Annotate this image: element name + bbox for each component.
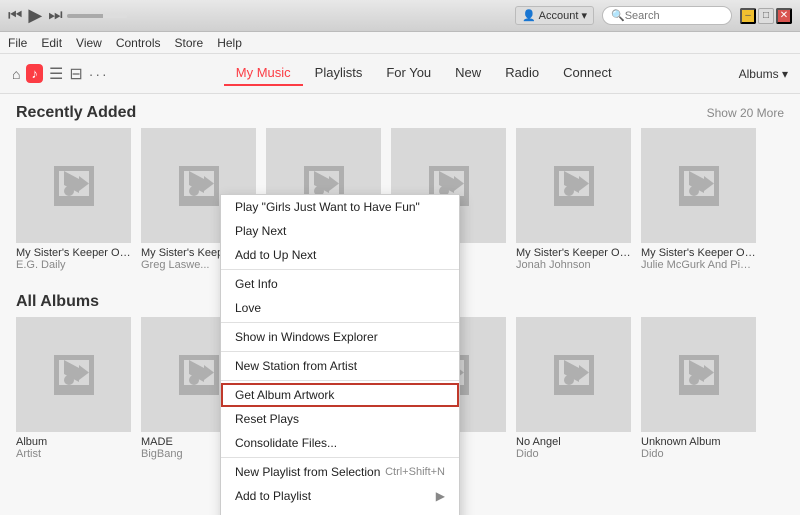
ctx-show-playlist[interactable]: Show in Playlist ▶ [221, 508, 459, 515]
tab-radio[interactable]: Radio [493, 61, 551, 86]
search-icon: 🔍 [611, 9, 625, 22]
next-btn[interactable]: ⏭ [48, 7, 62, 25]
recently-added-header: Recently Added Show 20 More [0, 94, 800, 128]
menu-view[interactable]: View [76, 36, 102, 50]
albums-dropdown[interactable]: Albums ▾ [739, 67, 788, 81]
list-item[interactable]: Unknown Album Dido [641, 317, 756, 460]
list-item[interactable]: My Sister's Keeper OST Julie McGurk And … [641, 128, 756, 271]
transport-controls: ⏮ ▶ ⏭ [8, 5, 63, 26]
recently-added-title: Recently Added [16, 104, 136, 122]
more-btn[interactable]: ··· [89, 66, 109, 82]
close-btn[interactable]: ✕ [776, 8, 792, 24]
ctx-get-artwork[interactable]: Get Album Artwork [221, 383, 459, 407]
toolbar-center: My Music Playlists For You New Radio Con… [119, 61, 729, 86]
ctx-new-playlist[interactable]: New Playlist from Selection Ctrl+Shift+N [221, 460, 459, 484]
tab-my-music[interactable]: My Music [224, 61, 303, 86]
ctx-new-station[interactable]: New Station from Artist [221, 354, 459, 378]
maximize-btn[interactable]: □ [758, 8, 774, 24]
context-menu: Play "Girls Just Want to Have Fun" Play … [220, 194, 460, 515]
ctx-show-explorer[interactable]: Show in Windows Explorer [221, 325, 459, 349]
menu-file[interactable]: File [8, 36, 27, 50]
ctx-separator-2 [221, 322, 459, 323]
ctx-play-next[interactable]: Play Next [221, 219, 459, 243]
album-art [516, 128, 631, 243]
list-item[interactable]: My Sister's Keeper OST Jonah Johnson [516, 128, 631, 271]
ctx-separator-1 [221, 269, 459, 270]
ctx-add-playlist[interactable]: Add to Playlist ▶ [221, 484, 459, 508]
ctx-reset-plays[interactable]: Reset Plays [221, 407, 459, 431]
tab-for-you[interactable]: For You [374, 61, 443, 86]
account-label: Account ▾ [539, 9, 587, 22]
album-title: My Sister's Keeper OST [516, 247, 631, 259]
title-bar-left: ⏮ ▶ ⏭ [8, 5, 127, 26]
list-item[interactable]: Album Artist [16, 317, 131, 460]
album-title: My Sister's Keeper OST [16, 247, 131, 259]
album-art [516, 317, 631, 432]
toolbar-left: ⌂ ♪ ☰ ⊟ ··· [12, 64, 109, 84]
grid-view-btn[interactable]: ⊟ [69, 64, 82, 84]
album-title: Unknown Album [641, 436, 756, 448]
ctx-play-song[interactable]: Play "Girls Just Want to Have Fun" [221, 195, 459, 219]
toolbar: ⌂ ♪ ☰ ⊟ ··· My Music Playlists For You N… [0, 54, 800, 94]
tab-new[interactable]: New [443, 61, 493, 86]
account-icon: 👤 [522, 9, 536, 22]
search-box: 🔍 [602, 6, 732, 25]
album-art [641, 317, 756, 432]
ctx-consolidate[interactable]: Consolidate Files... [221, 431, 459, 455]
back-btn[interactable]: ⌂ [12, 66, 20, 82]
window-controls: – □ ✕ [740, 8, 792, 24]
ctx-separator-5 [221, 457, 459, 458]
ctx-love[interactable]: Love [221, 296, 459, 320]
toolbar-right: Albums ▾ [739, 67, 788, 81]
ctx-add-up-next[interactable]: Add to Up Next [221, 243, 459, 267]
prev-btn[interactable]: ⏮ [8, 7, 22, 25]
album-artist: E.G. Daily [16, 259, 131, 271]
list-item[interactable]: No Angel Dido [516, 317, 631, 460]
album-title: No Angel [516, 436, 631, 448]
menu-help[interactable]: Help [217, 36, 242, 50]
ctx-separator-4 [221, 380, 459, 381]
show-more-btn[interactable]: Show 20 More [707, 106, 784, 120]
menu-bar: File Edit View Controls Store Help [0, 32, 800, 54]
tab-connect[interactable]: Connect [551, 61, 623, 86]
album-artist: Julie McGurk And Pipe Maj... [641, 259, 756, 271]
account-button[interactable]: 👤 Account ▾ [515, 6, 594, 25]
album-art [641, 128, 756, 243]
play-btn[interactable]: ▶ [28, 5, 42, 26]
tab-playlists[interactable]: Playlists [303, 61, 375, 86]
all-albums-title: All Albums [16, 293, 99, 311]
main-content: Recently Added Show 20 More My Sister's … [0, 94, 800, 515]
album-artist: Dido [516, 448, 631, 460]
menu-edit[interactable]: Edit [41, 36, 62, 50]
minimize-btn[interactable]: – [740, 8, 756, 24]
album-art [16, 317, 131, 432]
list-view-btn[interactable]: ☰ [49, 64, 63, 84]
album-artist: Artist [16, 448, 131, 460]
search-input[interactable] [625, 10, 715, 22]
album-artist: Dido [641, 448, 756, 460]
album-title: My Sister's Keeper OST [641, 247, 756, 259]
list-item[interactable]: My Sister's Keeper OST E.G. Daily [16, 128, 131, 271]
volume-slider[interactable] [67, 14, 127, 18]
ctx-get-info[interactable]: Get Info [221, 272, 459, 296]
title-bar: ⏮ ▶ ⏭ 👤 Account ▾ 🔍 – □ ✕ [0, 0, 800, 32]
menu-controls[interactable]: Controls [116, 36, 161, 50]
menu-store[interactable]: Store [175, 36, 204, 50]
album-art [16, 128, 131, 243]
album-artist: Jonah Johnson [516, 259, 631, 271]
album-title: Album [16, 436, 131, 448]
ctx-separator-3 [221, 351, 459, 352]
music-icon-btn[interactable]: ♪ [26, 64, 43, 83]
